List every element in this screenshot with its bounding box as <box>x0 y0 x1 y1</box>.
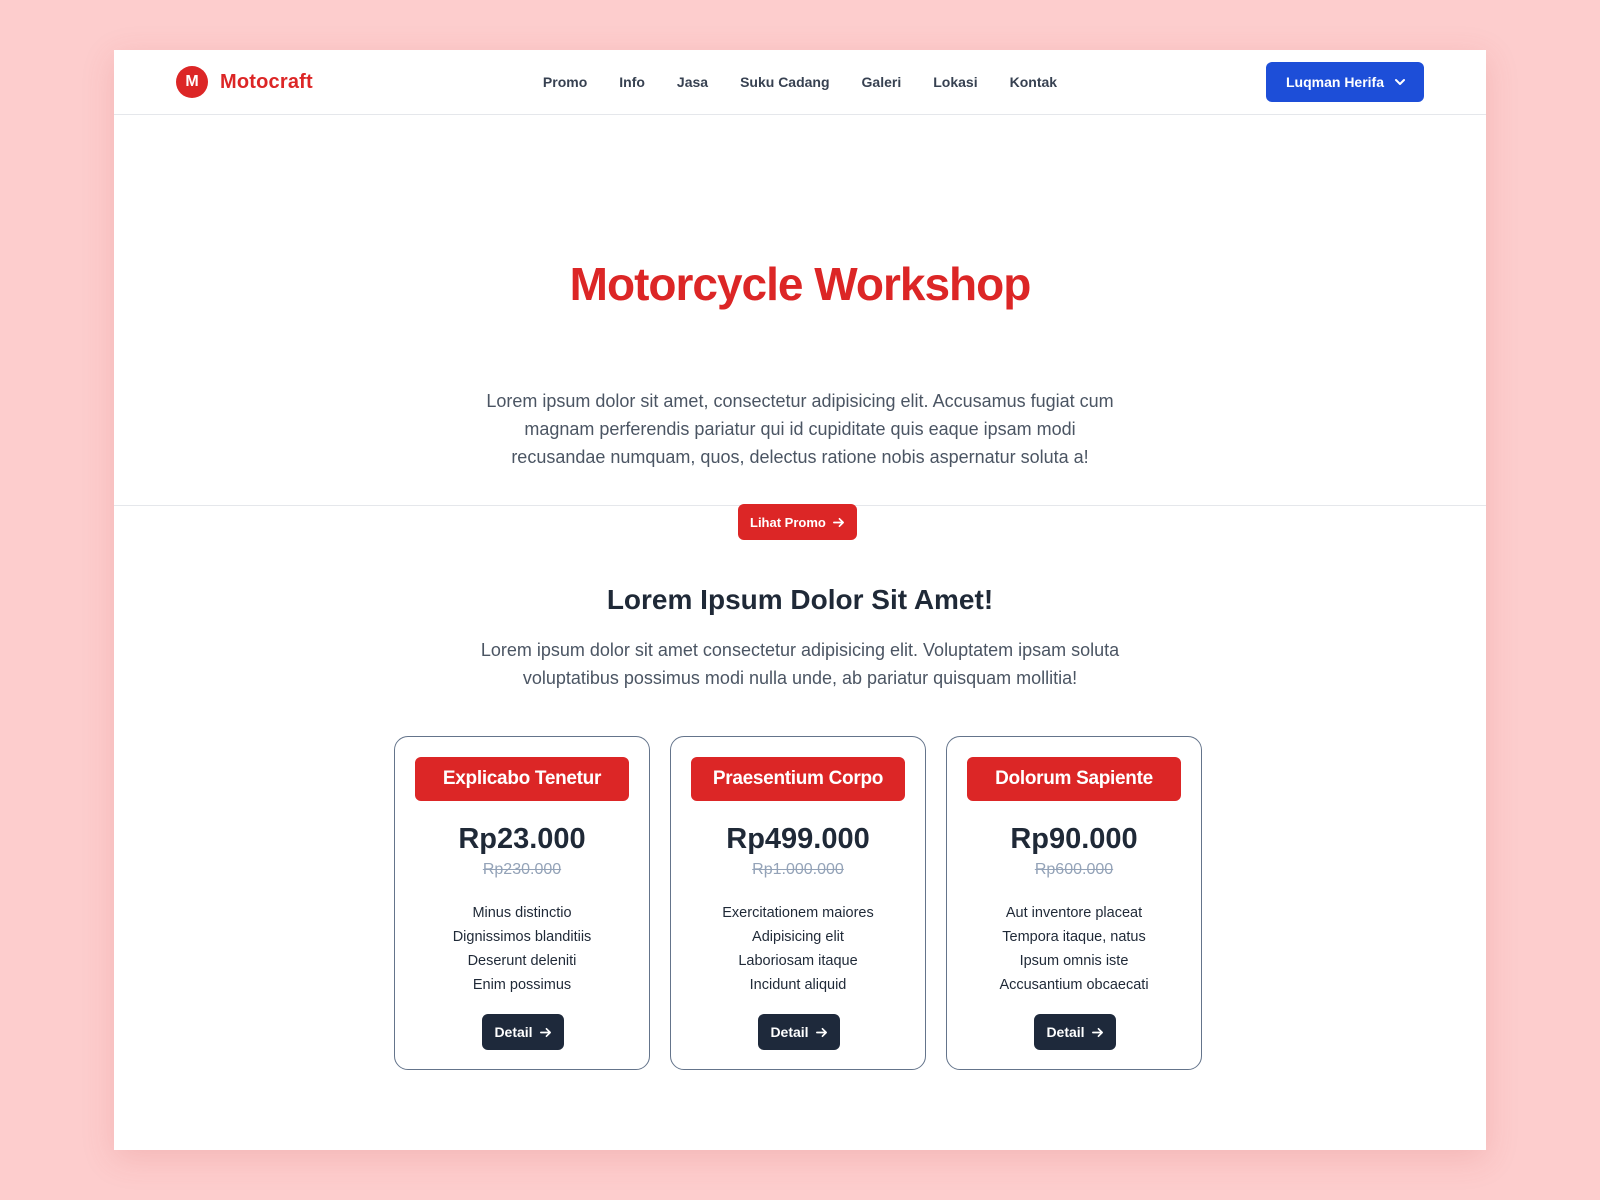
chevron-down-icon <box>1395 79 1405 85</box>
card-title: Explicabo Tenetur <box>415 757 629 801</box>
page-window: M Motocraft Promo Info Jasa Suku Cadang … <box>114 50 1486 1150</box>
card-feature: Minus distinctio <box>472 905 572 921</box>
card-old-price: Rp230.000 <box>482 861 562 878</box>
card-feature: Incidunt aliquid <box>749 977 847 993</box>
user-name-label: Luqman Herifa <box>1285 74 1384 90</box>
card-feature: Tempora itaque, natus <box>1002 929 1146 945</box>
card-old-price: Rp1.000.000 <box>752 861 844 878</box>
card-feature-list: Aut inventore placeat Tempora itaque, na… <box>947 901 1201 997</box>
card-old-price: Rp600.000 <box>1034 861 1114 878</box>
card-price: Rp499.000 <box>726 823 870 855</box>
nav-item-lokasi[interactable]: Lokasi <box>933 74 977 90</box>
card-feature: Ipsum omnis iste <box>1019 953 1129 969</box>
logo-icon: M <box>176 66 208 98</box>
promo-card: Dolorum Sapiente Rp90.000 Rp600.000 Aut … <box>946 736 1202 1070</box>
card-feature: Adipisicing elit <box>752 929 844 945</box>
detail-label: Detail <box>770 1024 809 1040</box>
promo-heading: Lorem Ipsum Dolor Sit Amet! <box>606 584 994 615</box>
card-feature: Laboriosam itaque <box>738 953 858 969</box>
hero-section: Motorcycle Workshop Lorem ipsum dolor si… <box>114 115 1486 540</box>
card-feature: Accusantium obcaecati <box>999 977 1149 993</box>
card-title: Dolorum Sapiente <box>967 757 1181 801</box>
card-feature: Enim possimus <box>472 977 572 993</box>
nav-item-jasa[interactable]: Jasa <box>677 74 708 90</box>
card-title: Praesentium Corpo <box>691 757 905 801</box>
brand-name: Motocraft <box>220 70 313 93</box>
detail-label: Detail <box>1046 1024 1085 1040</box>
brand-logo-link[interactable]: M Motocraft <box>176 66 313 98</box>
card-feature-list: Exercitationem maiores Adipisicing elit … <box>671 901 925 997</box>
arrow-right-icon <box>539 1027 551 1037</box>
promo-card: Explicabo Tenetur Rp23.000 Rp230.000 Min… <box>394 736 650 1070</box>
card-feature: Exercitationem maiores <box>722 905 874 921</box>
nav-item-galeri[interactable]: Galeri <box>862 74 902 90</box>
nav-item-info[interactable]: Info <box>619 74 645 90</box>
detail-label: Detail <box>494 1024 533 1040</box>
card-price: Rp23.000 <box>458 823 586 855</box>
detail-button[interactable]: Detail <box>482 1014 564 1050</box>
promo-cards: Explicabo Tenetur Rp23.000 Rp230.000 Min… <box>394 736 1202 1070</box>
promo-card: Praesentium Corpo Rp499.000 Rp1.000.000 … <box>670 736 926 1070</box>
nav-item-kontak[interactable]: Kontak <box>1010 74 1057 90</box>
arrow-right-icon <box>815 1027 827 1037</box>
nav-item-promo[interactable]: Promo <box>543 74 587 90</box>
promo-section: Lorem Ipsum Dolor Sit Amet! Lorem ipsum … <box>114 506 1486 1151</box>
detail-button[interactable]: Detail <box>758 1014 840 1050</box>
promo-description: Lorem ipsum dolor sit amet consectetur a… <box>480 640 1120 688</box>
hero-description: Lorem ipsum dolor sit amet, consectetur … <box>486 391 1114 467</box>
arrow-right-icon <box>1091 1027 1103 1037</box>
nav-item-suku-cadang[interactable]: Suku Cadang <box>740 74 829 90</box>
user-menu-button[interactable]: Luqman Herifa <box>1265 62 1424 102</box>
card-feature: Dignissimos blanditiis <box>452 929 592 945</box>
card-feature-list: Minus distinctio Dignissimos blanditiis … <box>395 901 649 997</box>
card-price: Rp90.000 <box>1010 823 1138 855</box>
card-feature: Deserunt deleniti <box>467 953 577 969</box>
hero-title: Motorcycle Workshop <box>569 258 1032 310</box>
navbar: M Motocraft Promo Info Jasa Suku Cadang … <box>114 50 1486 115</box>
detail-button[interactable]: Detail <box>1034 1014 1116 1050</box>
card-feature: Aut inventore placeat <box>1005 905 1143 921</box>
